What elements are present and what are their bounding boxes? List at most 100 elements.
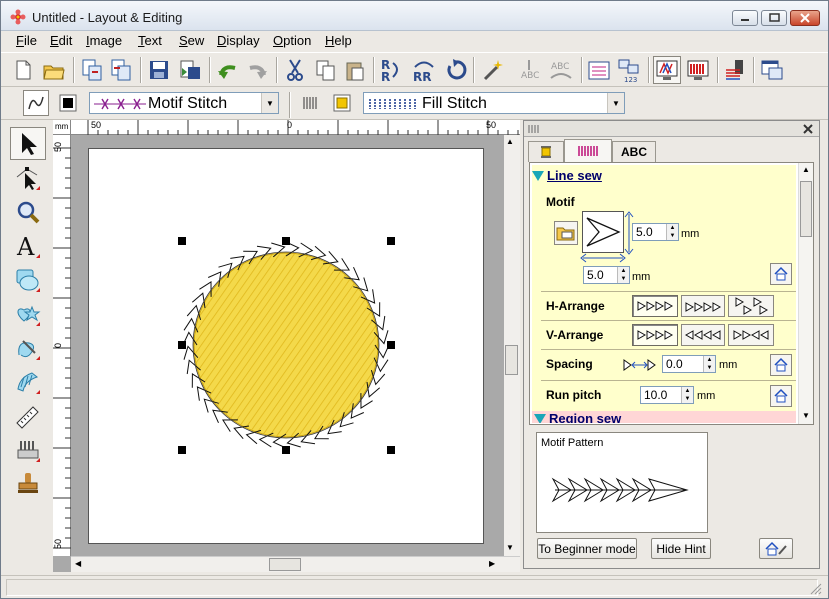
copy-button[interactable]: [312, 56, 340, 84]
v-arrange-mirror-button[interactable]: [728, 324, 774, 346]
horizontal-scrollbar[interactable]: ◀ ▶: [71, 556, 520, 572]
scroll-up-arrow-icon[interactable]: ▲: [506, 137, 514, 146]
tab-sewing-type[interactable]: [564, 139, 612, 162]
region-sew-section-header[interactable]: Region sew: [532, 411, 796, 423]
fill-stitch-circle[interactable]: [193, 252, 379, 438]
scroll-up-arrow-icon[interactable]: ▲: [802, 165, 810, 174]
selection-handle[interactable]: [178, 446, 186, 454]
region-color-button[interactable]: [329, 90, 355, 116]
run-pitch-default-button[interactable]: [770, 385, 792, 407]
open-button[interactable]: [40, 56, 68, 84]
motif-default-button[interactable]: [770, 263, 792, 285]
horizontal-scroll-thumb[interactable]: [269, 558, 301, 571]
outline-shape-tool[interactable]: [10, 297, 46, 330]
spinner-arrows-icon[interactable]: ▲ ▼: [703, 356, 715, 372]
motif-browse-button[interactable]: [554, 221, 578, 245]
motif-width-spinner[interactable]: 5.0 ▲ ▼: [583, 266, 630, 284]
maximize-button[interactable]: [761, 10, 787, 26]
stamp-tool[interactable]: [10, 467, 46, 500]
vertical-scrollbar[interactable]: ▲ ▼: [504, 135, 520, 556]
selection-handle[interactable]: [178, 341, 186, 349]
text-tool[interactable]: A: [10, 229, 46, 262]
mirror-vertical-button[interactable]: RR: [410, 56, 438, 84]
import-button[interactable]: [78, 56, 106, 84]
scroll-down-arrow-icon[interactable]: ▼: [802, 411, 810, 420]
undo-button[interactable]: [214, 56, 242, 84]
design-page-button[interactable]: [585, 56, 613, 84]
h-arrange-normal-button[interactable]: [632, 295, 678, 317]
selection-handle[interactable]: [387, 446, 395, 454]
spinner-arrows-icon[interactable]: ▲ ▼: [666, 224, 678, 240]
paste-button[interactable]: [341, 56, 369, 84]
realistic-view-button[interactable]: [684, 56, 712, 84]
v-arrange-normal-button[interactable]: [632, 324, 678, 346]
motif-height-spinner[interactable]: 5.0 ▲ ▼: [632, 223, 679, 241]
hide-hint-button[interactable]: Hide Hint: [651, 538, 711, 559]
spinner-arrows-icon[interactable]: ▲ ▼: [617, 267, 629, 283]
v-arrange-reverse-button[interactable]: [681, 324, 725, 346]
scroll-down-arrow-icon[interactable]: ▼: [506, 543, 514, 552]
menu-file[interactable]: File: [16, 33, 37, 48]
h-arrange-stagger-button[interactable]: [681, 295, 725, 317]
tab-text[interactable]: ABC: [612, 141, 656, 162]
run-pitch-spinner[interactable]: 10.0 ▲ ▼: [640, 386, 694, 404]
panel-settings-button[interactable]: [759, 538, 793, 559]
scroll-right-arrow-icon[interactable]: ▶: [489, 559, 495, 568]
line-color-button[interactable]: [55, 90, 81, 116]
selection-handle[interactable]: [282, 237, 290, 245]
vertical-scroll-thumb[interactable]: [505, 345, 518, 375]
mirror-horizontal-button[interactable]: RR: [378, 56, 406, 84]
export-button[interactable]: [107, 56, 135, 84]
stitch-order-button[interactable]: 123: [615, 56, 643, 84]
dropdown-arrow-icon[interactable]: ▼: [607, 93, 624, 113]
new-button[interactable]: [9, 56, 37, 84]
minimize-button[interactable]: [732, 10, 758, 26]
draw-tool[interactable]: [10, 331, 46, 364]
close-button[interactable]: [790, 10, 820, 26]
panel-close-icon[interactable]: [801, 122, 815, 136]
resize-grip-icon[interactable]: [808, 581, 822, 595]
line-sew-section-header[interactable]: Line sew: [532, 168, 602, 188]
write-card-button[interactable]: [721, 56, 749, 84]
menu-option[interactable]: Option: [273, 33, 311, 48]
h-arrange-alternate-button[interactable]: [728, 295, 774, 317]
shape-tool[interactable]: [10, 263, 46, 296]
menu-help[interactable]: Help: [325, 33, 352, 48]
line-stitch-select[interactable]: Motif Stitch ▼: [89, 92, 279, 114]
menu-sew[interactable]: Sew: [179, 33, 204, 48]
menu-edit[interactable]: Edit: [50, 33, 72, 48]
manual-punch-tool[interactable]: [10, 433, 46, 466]
attributes-scrollbar[interactable]: ▲ ▼: [798, 163, 813, 424]
selection-handle[interactable]: [178, 237, 186, 245]
beginner-mode-button[interactable]: To Beginner mode: [537, 538, 637, 559]
magic-wand-button[interactable]: [479, 56, 507, 84]
menu-display[interactable]: Display: [217, 33, 260, 48]
save-button[interactable]: [145, 56, 173, 84]
select-tool[interactable]: [10, 127, 46, 160]
region-sew-toggle[interactable]: [297, 90, 323, 116]
grip-icon[interactable]: [527, 122, 541, 136]
line-sew-toggle[interactable]: [23, 90, 49, 116]
spacing-default-button[interactable]: [770, 354, 792, 376]
text-arrange-button[interactable]: ABC: [516, 56, 544, 84]
scroll-left-arrow-icon[interactable]: ◀: [75, 559, 81, 568]
attributes-scroll-thumb[interactable]: [800, 181, 812, 237]
text-fit-button[interactable]: ABC: [547, 56, 575, 84]
rotate-button[interactable]: [442, 56, 470, 84]
save-as-button[interactable]: [176, 56, 204, 84]
redo-button[interactable]: [243, 56, 271, 84]
spacing-spinner[interactable]: 0.0 ▲ ▼: [662, 355, 716, 373]
dropdown-arrow-icon[interactable]: ▼: [261, 93, 278, 113]
stitch-view-button[interactable]: [653, 56, 681, 84]
selection-handle[interactable]: [387, 237, 395, 245]
selection-handle[interactable]: [387, 341, 395, 349]
stamp-stitch-tool[interactable]: [10, 365, 46, 398]
window-layout-button[interactable]: [758, 56, 786, 84]
measure-tool[interactable]: [10, 399, 46, 432]
point-edit-tool[interactable]: [10, 161, 46, 194]
design-artwork[interactable]: [89, 149, 483, 543]
motif-preview-box[interactable]: [582, 211, 624, 253]
menu-text[interactable]: Text: [138, 33, 162, 48]
zoom-tool[interactable]: [10, 195, 46, 228]
design-page[interactable]: [88, 148, 484, 544]
